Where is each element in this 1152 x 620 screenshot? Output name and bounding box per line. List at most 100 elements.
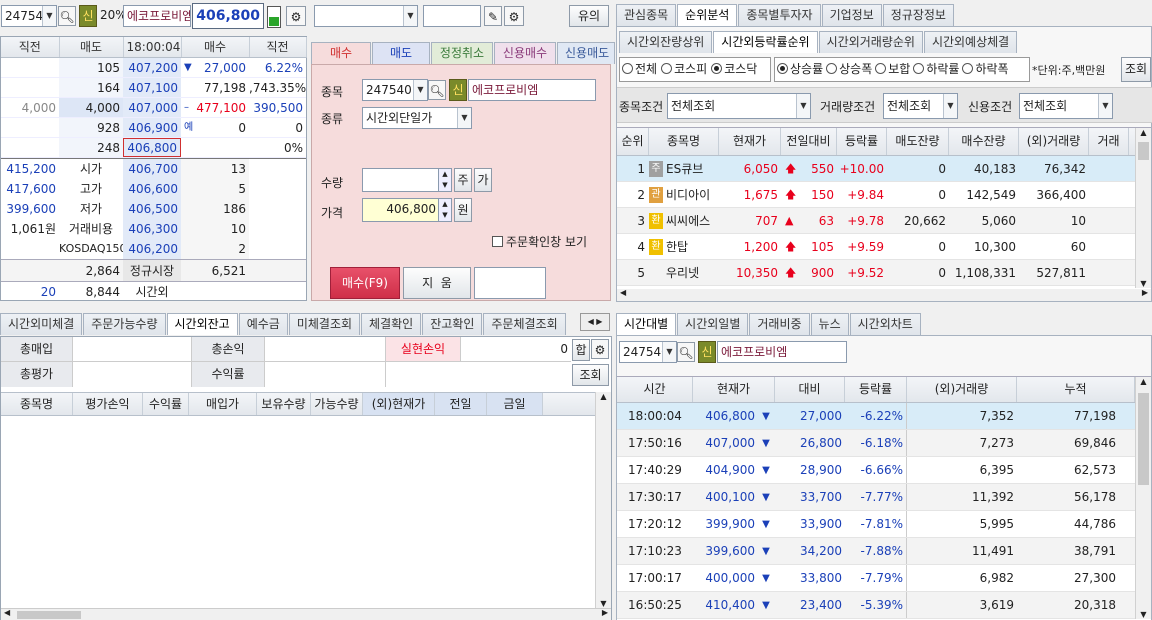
- rank-subtab-2[interactable]: 시간외등락률순위: [713, 31, 818, 53]
- horizontal-scrollbar[interactable]: ◀ ▶: [1, 608, 611, 620]
- tf-row[interactable]: 17:30:17 400,100 ▼ 33,700 -7.77% 11,392 56,178: [617, 484, 1151, 511]
- tf-col[interactable]: 누적: [1017, 377, 1135, 402]
- tf-code-input[interactable]: 247540 ▼: [619, 341, 677, 363]
- tf-tab-5[interactable]: 시간외차트: [849, 313, 921, 335]
- radio-icon[interactable]: [826, 63, 838, 74]
- gear-icon[interactable]: ⚙: [591, 339, 609, 359]
- clear-button[interactable]: 지 움: [403, 267, 471, 299]
- tf-tab-2[interactable]: 시간외일별: [677, 313, 749, 335]
- sort-option[interactable]: 하락률: [913, 62, 959, 76]
- balance-tab-2[interactable]: 주문가능수량: [83, 313, 166, 335]
- chevron-down-icon[interactable]: ▼: [1098, 94, 1112, 118]
- balance-col[interactable]: 종목명: [1, 393, 73, 415]
- stock-condition-select[interactable]: 전체조회 ▼: [667, 93, 811, 119]
- qty-spinner[interactable]: ▲ ▼: [438, 168, 452, 192]
- gear-icon[interactable]: ⚙: [286, 6, 306, 26]
- query-button[interactable]: 조회: [572, 364, 609, 386]
- market-option[interactable]: 코스피: [661, 62, 707, 76]
- rank-col[interactable]: 매도잔량: [887, 128, 949, 155]
- credit-condition-select[interactable]: 전체조회 ▼: [1019, 93, 1113, 119]
- chevron-down-icon[interactable]: ▼: [413, 80, 427, 100]
- tf-row[interactable]: 16:50:25 410,400 ▼ 23,400 -5.39% 3,619 20,318: [617, 592, 1151, 619]
- balance-tab-6[interactable]: 체결확인: [361, 313, 422, 335]
- search-icon[interactable]: 🔍︎: [58, 6, 76, 26]
- sort-option[interactable]: 상승률: [777, 62, 823, 76]
- bid-price[interactable]: 406,600: [123, 178, 181, 199]
- tf-col[interactable]: 시간: [617, 377, 693, 402]
- radio-icon[interactable]: [962, 63, 974, 74]
- market-option[interactable]: 코스닥: [711, 62, 757, 76]
- search-icon[interactable]: 🔍︎: [677, 342, 695, 362]
- sum-button[interactable]: 합: [572, 339, 590, 361]
- bid-price[interactable]: 406,500: [123, 198, 181, 219]
- rank-col[interactable]: 등락률: [837, 128, 887, 155]
- balance-col[interactable]: (외)현재가: [363, 393, 435, 415]
- sort-option[interactable]: 보합: [875, 62, 910, 76]
- horizontal-scrollbar[interactable]: ◀ ▶: [617, 288, 1151, 301]
- rank-row[interactable]: 4 환 한탑 1,200 🡅 105 +9.59 0 10,300 60: [617, 234, 1151, 260]
- bid-price[interactable]: 406,200: [123, 238, 181, 259]
- rank-col[interactable]: 전일대비: [781, 128, 837, 155]
- ask-price[interactable]: 406,900: [123, 117, 181, 137]
- bid-price[interactable]: 406,300: [123, 218, 181, 239]
- chevron-down-icon[interactable]: ▼: [943, 94, 957, 118]
- order-tab-3[interactable]: 정정취소: [431, 42, 493, 64]
- market-option[interactable]: 전체: [622, 62, 657, 76]
- tf-tab-1[interactable]: 시간대별: [616, 313, 677, 335]
- rank-subtab-4[interactable]: 시간외예상체결: [923, 31, 1018, 53]
- ask-price[interactable]: 407,200: [123, 57, 181, 77]
- tf-row[interactable]: 17:50:16 407,000 ▼ 26,800 -6.18% 7,273 69,846: [617, 430, 1151, 457]
- gear-icon[interactable]: ⚙: [504, 6, 524, 26]
- buy-button[interactable]: 매수(F9): [330, 267, 400, 299]
- tf-col[interactable]: 등락률: [845, 377, 907, 402]
- balance-col[interactable]: 금일: [487, 393, 543, 415]
- balance-col[interactable]: 가능수량: [311, 393, 363, 415]
- tf-tab-4[interactable]: 뉴스: [810, 313, 849, 335]
- balance-tab-5[interactable]: 미체결조회: [288, 313, 361, 335]
- rank-col[interactable]: 현재가: [719, 128, 781, 155]
- balance-tab-1[interactable]: 시간외미체결: [0, 313, 83, 335]
- balance-col[interactable]: 평가손익: [73, 393, 143, 415]
- rank-col[interactable]: 거래: [1089, 128, 1129, 155]
- tf-row[interactable]: 17:40:29 404,900 ▼ 28,900 -6.66% 6,395 62,573: [617, 457, 1151, 484]
- radio-icon[interactable]: [622, 63, 633, 74]
- tf-row[interactable]: 17:10:23 399,600 ▼ 34,200 -7.88% 11,491 38,791: [617, 538, 1151, 565]
- ask-price[interactable]: 406,800: [123, 137, 181, 157]
- order-code-input[interactable]: 247540 ▼: [362, 79, 428, 101]
- balance-col[interactable]: 보유수량: [257, 393, 311, 415]
- tf-col[interactable]: (외)거래량: [907, 377, 1017, 402]
- volume-condition-select[interactable]: 전체조회 ▼: [883, 93, 958, 119]
- order-tab-2[interactable]: 매도: [372, 42, 430, 64]
- rank-tab-5[interactable]: 정규장정보: [882, 4, 954, 26]
- rank-row[interactable]: 3 환 씨씨에스 707 ▲ 63 +9.78 20,662 5,060 10: [617, 208, 1151, 234]
- balance-tab-7[interactable]: 잔고확인: [422, 313, 483, 335]
- balance-col[interactable]: 수익률: [143, 393, 189, 415]
- balance-col[interactable]: 매입가: [189, 393, 257, 415]
- order-tab-4[interactable]: 신용매수: [494, 42, 556, 64]
- rank-col[interactable]: 매수잔량: [949, 128, 1019, 155]
- tf-tab-3[interactable]: 거래비중: [749, 313, 810, 335]
- balance-tab-4[interactable]: 예수금: [238, 313, 288, 335]
- rank-tab-1[interactable]: 관심종목: [616, 4, 677, 26]
- radio-icon[interactable]: [777, 63, 788, 74]
- edit-icon[interactable]: ✎: [484, 6, 502, 26]
- price-input[interactable]: 406,800: [362, 198, 440, 222]
- stock-code-input[interactable]: 247540 ▼: [1, 5, 57, 27]
- price-spinner[interactable]: ▲ ▼: [438, 198, 452, 222]
- chevron-down-icon[interactable]: ▼: [457, 108, 471, 128]
- chevron-down-icon[interactable]: ▼: [42, 6, 56, 26]
- search-icon[interactable]: 🔍︎: [428, 80, 446, 100]
- tab-scroll[interactable]: ◀ ▶: [580, 313, 610, 331]
- caution-button[interactable]: 유의: [569, 5, 609, 27]
- tf-row[interactable]: 17:20:12 399,900 ▼ 33,900 -7.81% 5,995 44,786: [617, 511, 1151, 538]
- bid-price[interactable]: 406,700: [123, 158, 181, 179]
- rank-col[interactable]: 순위: [617, 128, 649, 155]
- vertical-scrollbar[interactable]: ▲ ▼: [1135, 377, 1151, 619]
- balance-col[interactable]: 전일: [435, 393, 487, 415]
- radio-icon[interactable]: [875, 63, 887, 74]
- rank-tab-2[interactable]: 순위분석: [677, 4, 738, 26]
- radio-icon[interactable]: [661, 63, 673, 74]
- tf-col[interactable]: 대비: [775, 377, 845, 402]
- won-button[interactable]: 원: [454, 198, 472, 222]
- rank-col[interactable]: 종목명: [649, 128, 719, 155]
